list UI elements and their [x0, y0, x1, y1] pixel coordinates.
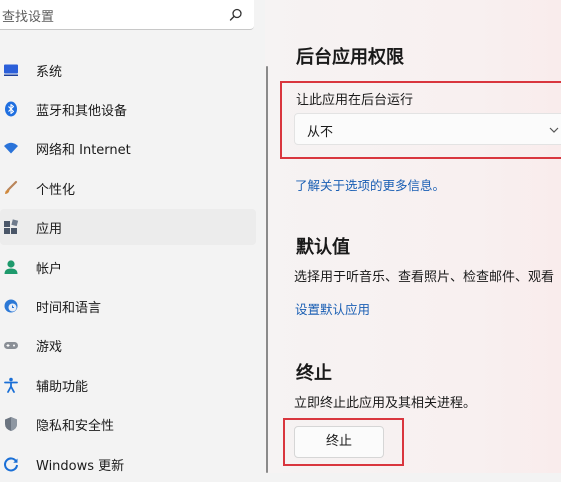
section-title-background-permissions: 后台应用权限 — [296, 47, 404, 68]
windows-update-icon — [4, 457, 18, 472]
account-icon — [4, 260, 18, 274]
sidebar-item-label: 隐私和安全性 — [36, 419, 115, 434]
sidebar-item-privacy[interactable]: 隐私和安全性 — [0, 406, 256, 442]
search-box[interactable]: 查找设置 — [0, 0, 254, 30]
brush-icon — [5, 180, 18, 194]
highlight-box-terminate — [283, 418, 404, 466]
sidebar-item-label: 时间和语言 — [36, 301, 102, 316]
sidebar-item-accounts[interactable]: 帐户 — [0, 249, 256, 285]
sidebar-item-accessibility[interactable]: 辅助功能 — [0, 367, 256, 403]
sidebar-item-gaming[interactable]: 游戏 — [0, 327, 256, 363]
defaults-description: 选择用于听音乐、查看照片、检查邮件、观看 — [294, 270, 555, 285]
search-icon[interactable] — [228, 7, 244, 23]
sidebar-item-personalization[interactable]: 个性化 — [0, 170, 256, 206]
sidebar-item-label: 帐户 — [36, 262, 63, 277]
sidebar-item-apps[interactable]: 应用 — [0, 209, 256, 245]
sidebar-item-bluetooth[interactable]: 蓝牙和其他设备 — [0, 91, 256, 127]
sidebar-item-label: 个性化 — [36, 183, 76, 198]
accessibility-icon — [4, 377, 18, 393]
sidebar-item-label: 辅助功能 — [36, 380, 89, 395]
sidebar-item-label: 游戏 — [36, 340, 63, 355]
sidebar-item-label: 网络和 Internet — [36, 143, 131, 158]
set-default-apps-link[interactable]: 设置默认应用 — [295, 299, 370, 318]
sidebar-item-label: 蓝牙和其他设备 — [36, 104, 128, 119]
system-icon — [4, 64, 18, 76]
shield-icon — [5, 417, 17, 431]
sidebar-item-system[interactable]: 系统 — [0, 52, 256, 88]
section-title-terminate: 终止 — [296, 363, 332, 384]
sidebar-item-label: 应用 — [36, 222, 63, 237]
sidebar-item-time-language[interactable]: 时间和语言 — [0, 288, 256, 324]
scrollbar[interactable] — [266, 66, 268, 473]
bluetooth-icon — [5, 101, 17, 117]
sidebar-item-network[interactable]: 网络和 Internet — [0, 130, 256, 166]
sidebar-item-label: 系统 — [36, 65, 63, 80]
terminate-description: 立即终止此应用及其相关进程。 — [294, 396, 477, 411]
search-input[interactable]: 查找设置 — [2, 6, 54, 25]
apps-icon — [4, 219, 19, 234]
highlight-box-background-setting — [280, 81, 561, 159]
wifi-icon — [4, 142, 18, 154]
sidebar-item-windows-update[interactable]: Windows 更新 — [0, 446, 256, 482]
section-title-defaults: 默认值 — [296, 237, 350, 258]
more-info-link[interactable]: 了解关于选项的更多信息。 — [295, 175, 445, 194]
globe-clock-icon — [4, 299, 18, 313]
gamepad-icon — [4, 342, 18, 349]
sidebar-item-label: Windows 更新 — [36, 459, 125, 474]
